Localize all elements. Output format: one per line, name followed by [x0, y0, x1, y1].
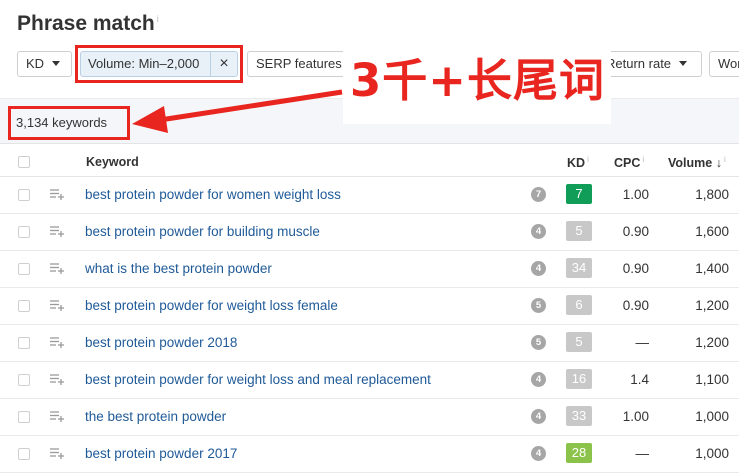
- volume-value: 1,200: [695, 335, 729, 350]
- kd-badge: 6: [566, 295, 592, 315]
- keyword-link[interactable]: best protein powder for women weight los…: [85, 187, 341, 202]
- return-rate-filter-dropdown[interactable]: Return rate: [597, 51, 702, 77]
- cpc-value: —: [635, 335, 650, 350]
- add-to-list-icon[interactable]: [50, 374, 64, 385]
- kd-badge: 34: [566, 258, 592, 278]
- row-checkbox[interactable]: [18, 226, 30, 238]
- row-checkbox[interactable]: [18, 374, 30, 386]
- column-header-cpc-label: CPC: [614, 156, 641, 171]
- info-icon[interactable]: i: [157, 14, 159, 24]
- select-all-checkbox[interactable]: [18, 156, 30, 168]
- table-row: best protein powder 2018 5 5 — 1,200: [0, 324, 739, 362]
- keyword-link[interactable]: best protein powder for weight loss and …: [85, 372, 431, 387]
- cpc-value: 1.00: [622, 409, 649, 424]
- serp-features-badge[interactable]: 5: [531, 298, 546, 313]
- table-row: best protein powder for weight loss and …: [0, 361, 739, 399]
- serp-features-filter-label: SERP features: [256, 56, 342, 71]
- keyword-link[interactable]: best protein powder 2018: [85, 335, 237, 350]
- results-count-highlight-box: [8, 106, 130, 140]
- table-header: Keyword KD i CPC i Volume ↓ i: [0, 148, 739, 177]
- return-rate-filter-label: Return rate: [606, 56, 672, 71]
- table-row: the best protein powder 4 33 1.00 1,000: [0, 398, 739, 436]
- volume-value: 1,800: [695, 187, 729, 202]
- serp-features-badge[interactable]: 4: [531, 372, 546, 387]
- caret-down-icon: [679, 61, 688, 67]
- serp-features-badge[interactable]: 5: [531, 335, 546, 350]
- info-icon: i: [587, 155, 589, 164]
- info-icon: i: [642, 155, 645, 164]
- table-row: best protein powder for women weight los…: [0, 176, 739, 214]
- more-filter-dropdown[interactable]: Wor: [709, 51, 739, 77]
- table-row: best protein powder 2017 4 28 — 1,000: [0, 435, 739, 473]
- row-checkbox[interactable]: [18, 337, 30, 349]
- column-header-kd-label: KD: [567, 156, 586, 171]
- cpc-value: 0.90: [622, 261, 649, 276]
- info-icon: i: [723, 155, 726, 164]
- row-checkbox[interactable]: [18, 448, 30, 460]
- add-to-list-icon[interactable]: [50, 300, 64, 311]
- keyword-link[interactable]: best protein powder for building muscle: [85, 224, 320, 239]
- column-header-volume[interactable]: Volume ↓ i: [668, 155, 726, 170]
- keyword-link[interactable]: best protein powder 2017: [85, 446, 237, 461]
- volume-value: 1,400: [695, 261, 729, 276]
- kd-badge: 33: [566, 406, 592, 426]
- annotation-text: 3千+长尾词: [350, 54, 606, 107]
- kd-filter-label: KD: [26, 56, 45, 71]
- table-row: best protein powder for building muscle 4…: [0, 213, 739, 251]
- caret-down-icon: [52, 61, 61, 67]
- volume-value: 1,200: [695, 298, 729, 313]
- volume-filter-highlight-box: [75, 45, 243, 83]
- volume-value: 1,100: [695, 372, 729, 387]
- serp-features-badge[interactable]: 4: [531, 224, 546, 239]
- keyword-link[interactable]: best protein powder for weight loss fema…: [85, 298, 338, 313]
- keyword-link[interactable]: what is the best protein powder: [85, 261, 272, 276]
- volume-value: 1,600: [695, 224, 729, 239]
- column-header-volume-label: Volume ↓: [668, 156, 722, 171]
- row-checkbox[interactable]: [18, 189, 30, 201]
- kd-badge: 28: [566, 443, 592, 463]
- serp-features-badge[interactable]: 4: [531, 446, 546, 461]
- page-title: Phrase match i: [17, 12, 159, 36]
- add-to-list-icon[interactable]: [50, 189, 64, 200]
- volume-value: 1,000: [695, 446, 729, 461]
- table-row: best protein powder for weight loss fema…: [0, 287, 739, 325]
- row-checkbox[interactable]: [18, 263, 30, 275]
- volume-value: 1,000: [695, 409, 729, 424]
- add-to-list-icon[interactable]: [50, 448, 64, 459]
- cpc-value: 0.90: [622, 224, 649, 239]
- add-to-list-icon[interactable]: [50, 263, 64, 274]
- serp-features-badge[interactable]: 7: [531, 187, 546, 202]
- more-filter-label: Wor: [718, 56, 739, 71]
- cpc-value: 1.00: [622, 187, 649, 202]
- cpc-value: 1.4: [630, 372, 649, 387]
- cpc-value: 0.90: [622, 298, 649, 313]
- add-to-list-icon[interactable]: [50, 337, 64, 348]
- annotation-arrow-icon: [132, 89, 343, 133]
- row-checkbox[interactable]: [18, 411, 30, 423]
- kd-badge: 5: [566, 332, 592, 352]
- serp-features-badge[interactable]: 4: [531, 409, 546, 424]
- column-header-kd[interactable]: KD i: [567, 155, 589, 170]
- add-to-list-icon[interactable]: [50, 226, 64, 237]
- row-checkbox[interactable]: [18, 300, 30, 312]
- page-title-text: Phrase match: [17, 12, 155, 35]
- kd-badge: 5: [566, 221, 592, 241]
- kd-filter-dropdown[interactable]: KD: [17, 51, 72, 77]
- column-header-cpc[interactable]: CPC i: [614, 155, 644, 170]
- column-header-keyword[interactable]: Keyword: [86, 155, 139, 169]
- table-row: what is the best protein powder 4 34 0.90 1,…: [0, 250, 739, 288]
- keyword-link[interactable]: the best protein powder: [85, 409, 226, 424]
- cpc-value: —: [635, 446, 650, 461]
- add-to-list-icon[interactable]: [50, 411, 64, 422]
- kd-badge: 16: [566, 369, 592, 389]
- serp-features-badge[interactable]: 4: [531, 261, 546, 276]
- kd-badge: 7: [566, 184, 592, 204]
